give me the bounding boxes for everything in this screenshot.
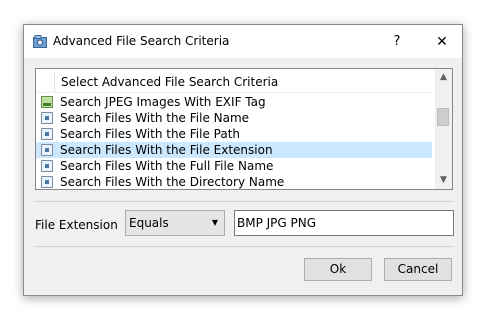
operator-select[interactable]: Equals ▼ bbox=[125, 210, 225, 236]
list-item[interactable]: Search Files With the Directory Name bbox=[36, 174, 432, 189]
file-criteria-icon bbox=[41, 128, 53, 140]
dialog-window: Advanced File Search Criteria ? ✕ Select… bbox=[23, 24, 463, 296]
cancel-button[interactable]: Cancel bbox=[384, 258, 452, 281]
list-item-label: Search Files With the File Path bbox=[60, 127, 241, 141]
operator-value: Equals bbox=[129, 216, 169, 230]
list-item[interactable]: Search JPEG Images With EXIF Tag bbox=[36, 94, 432, 110]
criteria-listbox[interactable]: Select Advanced File Search Criteria Sea… bbox=[35, 68, 453, 190]
list-item-label: Search JPEG Images With EXIF Tag bbox=[60, 95, 266, 109]
window-title: Advanced File Search Criteria bbox=[53, 34, 230, 48]
divider bbox=[35, 246, 453, 247]
file-extension-label: File Extension bbox=[35, 218, 118, 232]
list-item-label: Search Files With the Full File Name bbox=[60, 159, 274, 173]
scroll-thumb[interactable] bbox=[437, 108, 449, 126]
chevron-down-icon: ▼ bbox=[211, 218, 218, 227]
scroll-down-button[interactable]: ▼ bbox=[435, 172, 452, 189]
chevron-down-icon: ▼ bbox=[440, 175, 447, 185]
vertical-scrollbar[interactable]: ▲ ▼ bbox=[435, 69, 452, 189]
list-item[interactable]: Search Files With the File Name bbox=[36, 110, 432, 126]
help-button[interactable]: ? bbox=[382, 29, 412, 55]
file-criteria-icon bbox=[41, 144, 53, 156]
header-divider bbox=[36, 92, 432, 93]
close-button[interactable]: ✕ bbox=[424, 29, 460, 55]
file-criteria-icon bbox=[41, 176, 53, 188]
list-item-selected[interactable]: Search Files With the File Extension bbox=[36, 142, 432, 158]
chevron-up-icon: ▲ bbox=[440, 72, 447, 82]
list-header: Select Advanced File Search Criteria bbox=[54, 72, 429, 92]
image-icon bbox=[41, 96, 53, 108]
file-criteria-icon bbox=[41, 112, 53, 124]
ok-button[interactable]: Ok bbox=[304, 258, 372, 281]
list-item-label: Search Files With the File Name bbox=[60, 111, 250, 125]
list-item[interactable]: Search Files With the File Path bbox=[36, 126, 432, 142]
close-icon: ✕ bbox=[436, 34, 448, 50]
app-icon bbox=[33, 35, 47, 48]
scroll-up-button[interactable]: ▲ bbox=[435, 69, 452, 86]
list-item-label: Search Files With the File Extension bbox=[60, 143, 273, 157]
extension-input[interactable] bbox=[234, 210, 454, 236]
criteria-rows: Search JPEG Images With EXIF Tag Search … bbox=[36, 94, 432, 189]
divider bbox=[35, 201, 453, 202]
file-criteria-icon bbox=[41, 160, 53, 172]
title-bar[interactable]: Advanced File Search Criteria ? ✕ bbox=[24, 25, 462, 58]
list-item-label: Search Files With the Directory Name bbox=[60, 175, 285, 189]
list-item[interactable]: Search Files With the Full File Name bbox=[36, 158, 432, 174]
